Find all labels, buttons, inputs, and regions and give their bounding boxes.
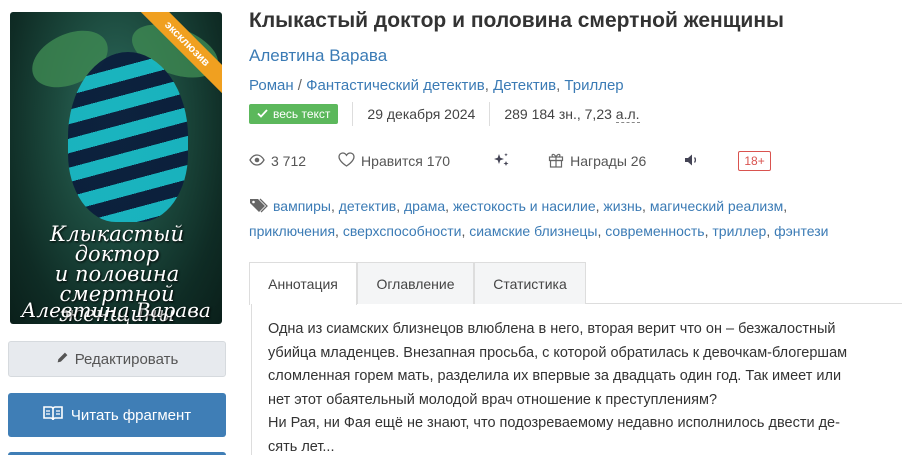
genre-link[interactable]: Триллер — [564, 77, 623, 94]
edit-button-label: Редактировать — [74, 350, 179, 368]
tag-link[interactable]: вампиры — [273, 198, 331, 214]
tag-link[interactable]: сиамские близнецы — [469, 223, 597, 239]
genre-link[interactable]: Роман — [249, 77, 294, 94]
speaker-icon — [684, 153, 700, 170]
cover-author: Алевтина Варава — [21, 298, 211, 322]
tab-bar: Аннотация Оглавление Статистика — [249, 262, 902, 305]
author-sheets-unit[interactable]: а.л. — [615, 106, 640, 123]
book-title: Клыкастый доктор и половина смертной жен… — [249, 9, 784, 32]
views-counter: 3 712 — [249, 153, 306, 169]
tab-statistics[interactable]: Статистика — [474, 262, 586, 304]
annotation-text: Одна из сиамских близнецов влюблена в не… — [251, 304, 902, 455]
tag-list: вампиры, детектив, драма, жестокость и н… — [249, 197, 829, 239]
book-meta: весь текст 29 декабря 2024 289 184 зн., … — [249, 102, 640, 126]
genre-list: Роман / Фантастический детектив, Детекти… — [249, 77, 624, 94]
check-icon — [257, 107, 268, 121]
tag-link[interactable]: магический реализм — [650, 198, 783, 214]
author-link[interactable]: Алевтина Варава — [249, 46, 387, 66]
edit-button[interactable]: Редактировать — [8, 341, 226, 377]
audio-button[interactable] — [684, 153, 700, 170]
tag-icon — [249, 197, 269, 220]
genre-link[interactable]: Детектив — [493, 77, 556, 94]
sparkles-icon — [492, 152, 510, 171]
tag-link[interactable]: сверхспособности — [343, 223, 462, 239]
gift-icon — [548, 152, 564, 171]
genre-link[interactable]: Фантастический детектив — [306, 77, 485, 94]
book-size: 289 184 зн., 7,23 — [504, 106, 612, 122]
tag-link[interactable]: жестокость и насилие — [453, 198, 596, 214]
tag-link[interactable]: приключения — [249, 223, 335, 239]
read-fragment-label: Читать фрагмент — [70, 406, 192, 424]
tag-link[interactable]: детектив — [339, 198, 396, 214]
tag-link[interactable]: жизнь — [603, 198, 642, 214]
tag-link[interactable]: фэнтези — [774, 223, 828, 239]
heart-icon — [338, 152, 355, 170]
like-button[interactable]: Нравится 170 — [338, 152, 450, 170]
awards-button[interactable]: Награды 26 — [548, 152, 646, 171]
tag-link[interactable]: триллер — [712, 223, 766, 239]
cover-figure — [68, 52, 188, 222]
stats-row: 3 712 Нравится 170 Награды 26 18+ — [249, 150, 771, 172]
tab-contents[interactable]: Оглавление — [357, 262, 474, 304]
publish-date: 29 декабря 2024 — [367, 106, 476, 122]
pencil-icon — [56, 351, 69, 368]
eye-icon — [249, 153, 265, 169]
full-text-badge: весь текст — [249, 104, 339, 124]
sparkles-button[interactable] — [492, 152, 510, 171]
age-rating-badge: 18+ — [738, 151, 771, 171]
book-cover[interactable]: эксклюзив Клыкастый доктор и половина см… — [10, 12, 222, 324]
tag-link[interactable]: современность — [605, 223, 704, 239]
tab-annotation[interactable]: Аннотация — [249, 262, 357, 305]
tag-link[interactable]: драма — [404, 198, 445, 214]
open-book-icon — [43, 405, 63, 425]
read-fragment-button[interactable]: Читать фрагмент — [8, 393, 226, 437]
